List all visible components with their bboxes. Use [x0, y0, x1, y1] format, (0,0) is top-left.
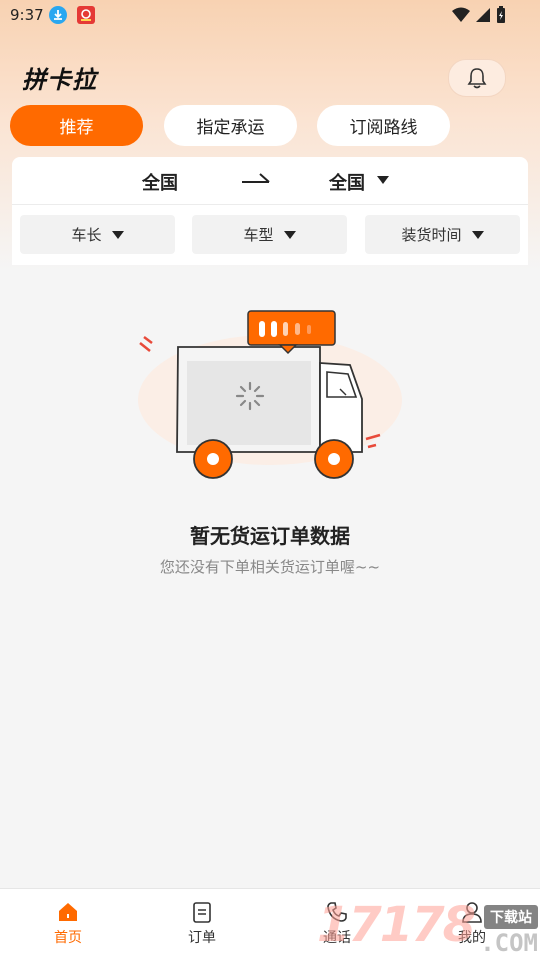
empty-state-title: 暂无货运订单数据 [190, 524, 350, 548]
tab-recommend[interactable]: 推荐 [10, 105, 143, 146]
filter-label: 车型 [243, 226, 274, 244]
filter-label: 车长 [71, 226, 102, 244]
order-icon [193, 902, 211, 923]
filter-loading-time[interactable]: 装货时间 [365, 215, 520, 254]
home-icon [59, 903, 77, 921]
filter-vehicle-type[interactable]: 车型 [192, 215, 347, 254]
tab-subscribed-routes[interactable]: 订阅路线 [317, 105, 450, 146]
nav-orders[interactable]: 订单 [162, 901, 242, 947]
route-destination[interactable]: 全国 [329, 169, 365, 195]
signal-icon [476, 8, 490, 22]
filter-label: 装货时间 [401, 226, 462, 244]
route-selector: 全国 全国 [12, 157, 528, 203]
status-bar: 9:37 [0, 0, 540, 30]
battery-icon [497, 6, 505, 23]
caret-down-icon [377, 176, 389, 184]
caret-down-icon [283, 230, 296, 239]
nav-label: 订单 [188, 930, 216, 946]
divider [12, 204, 528, 205]
app-notification-icon [77, 6, 95, 24]
empty-truck-illustration [138, 310, 402, 479]
route-arrow-icon [242, 173, 270, 183]
download-notification-icon [49, 6, 67, 24]
watermark-suffix: .COM [480, 929, 538, 957]
site-watermark: 17178 下载站 .COM [315, 897, 540, 960]
caret-down-icon [471, 230, 484, 239]
watermark-digits: 17178 [317, 897, 476, 953]
nav-home[interactable]: 首页 [28, 901, 108, 947]
tab-designated-carrier[interactable]: 指定承运 [164, 105, 297, 146]
wifi-icon [452, 7, 470, 22]
nav-label: 首页 [54, 930, 82, 946]
empty-state-subtitle: 您还没有下单相关货运订单喔~~ [159, 558, 381, 576]
app-brand-logo: 拼卡拉 [22, 66, 97, 94]
bell-icon [467, 68, 487, 89]
route-origin[interactable]: 全国 [142, 169, 178, 195]
filter-vehicle-length[interactable]: 车长 [20, 215, 175, 254]
caret-down-icon [111, 230, 124, 239]
status-time: 9:37 [10, 6, 44, 24]
notification-bell-button[interactable] [448, 59, 506, 97]
route-filter-card: 全国 全国 车长 车型 装货时间 [12, 157, 528, 265]
watermark-label: 下载站 [484, 905, 538, 929]
status-indicators [452, 6, 506, 24]
